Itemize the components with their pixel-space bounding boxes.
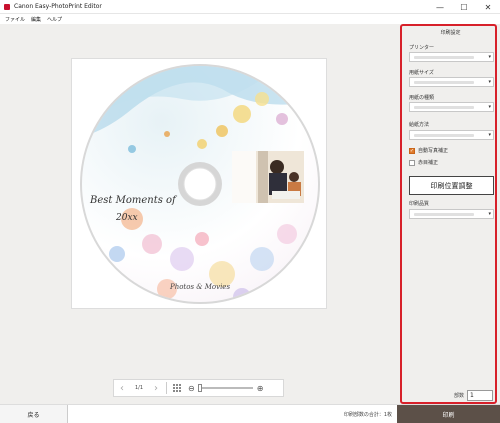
canvas-area: Best Moments of 20xx Photos & Movies ‹ 1…	[0, 24, 397, 404]
disc-artwork	[80, 64, 320, 304]
chevron-down-icon: ▾	[488, 104, 491, 110]
window-title: Canon Easy-PhotoPrint Editor	[14, 3, 102, 10]
printer-select[interactable]: ▾	[409, 52, 494, 62]
zoom-in-icon[interactable]: ⊕	[257, 384, 264, 393]
media-type-label: 用紙の種類	[409, 95, 435, 101]
total-copies-text: 印刷部数の合計：1枚	[343, 412, 392, 418]
printer-label: プリンター	[409, 45, 435, 51]
zoom-slider-thumb[interactable]	[197, 384, 202, 392]
printer-value	[414, 56, 474, 59]
app-icon	[4, 3, 10, 10]
prev-page-icon[interactable]: ‹	[114, 383, 130, 394]
grid-view-icon[interactable]	[173, 383, 182, 393]
red-eye-label: 赤目補正	[418, 160, 439, 166]
paper-size-select[interactable]: ▾	[409, 77, 494, 87]
print-quality-label: 印刷品質	[409, 201, 430, 207]
paper-size-value	[414, 81, 474, 84]
zoom-slider[interactable]	[197, 384, 253, 392]
close-button[interactable]: ✕	[476, 0, 500, 14]
menu-help[interactable]: ヘルプ	[44, 16, 65, 23]
print-method-label: 給紙方法	[409, 122, 430, 128]
menu-edit[interactable]: 編集	[28, 16, 44, 23]
red-eye-checkbox[interactable]	[409, 159, 415, 166]
page-indicator: 1/1	[134, 385, 144, 391]
panel-title: 印刷設定	[440, 30, 461, 36]
print-quality-select[interactable]: ▾	[409, 209, 494, 219]
chevron-down-icon: ▾	[488, 132, 491, 138]
print-quality-value	[414, 213, 474, 216]
print-settings-panel: 印刷設定 プリンター ▾ 用紙サイズ ▾ 用紙の種類 ▾ 給紙方法 ▾ ✓ 自動…	[397, 24, 500, 404]
minimize-button[interactable]: —	[428, 0, 452, 14]
copies-row: 部数 1	[402, 390, 499, 401]
settings-highlight-frame: 印刷設定 プリンター ▾ 用紙サイズ ▾ 用紙の種類 ▾ 給紙方法 ▾ ✓ 自動…	[400, 24, 497, 404]
disc-title-line2: 20xx	[116, 213, 138, 223]
chevron-down-icon: ▾	[488, 211, 491, 217]
window-controls: — ☐ ✕	[428, 0, 500, 14]
red-eye-row[interactable]: 赤目補正	[409, 159, 438, 166]
auto-photo-fix-label: 自動写真補正	[418, 148, 449, 154]
maximize-button[interactable]: ☐	[452, 0, 476, 14]
print-method-value	[414, 134, 474, 137]
print-button[interactable]: 印刷	[397, 405, 500, 423]
adjust-print-position-button[interactable]: 印刷位置調整	[409, 176, 494, 195]
disc-title-line1: Best Moments of	[90, 195, 176, 206]
menu-bar: ファイル 編集 ヘルプ	[0, 14, 500, 24]
paper-size-label: 用紙サイズ	[409, 70, 434, 76]
print-method-select[interactable]: ▾	[409, 130, 494, 140]
copies-label: 部数	[453, 393, 464, 399]
auto-photo-fix-checkbox[interactable]: ✓	[409, 147, 415, 154]
media-type-select[interactable]: ▾	[409, 102, 494, 112]
copies-input[interactable]: 1	[467, 390, 493, 401]
chevron-down-icon: ▾	[488, 79, 491, 85]
disc-subtitle: Photos & Movies	[170, 283, 231, 291]
divider	[166, 382, 167, 394]
auto-photo-fix-row[interactable]: ✓ 自動写真補正	[409, 147, 448, 154]
zoom-out-icon[interactable]: ⊖	[188, 384, 195, 393]
chevron-down-icon: ▾	[488, 54, 491, 60]
menu-file[interactable]: ファイル	[2, 16, 28, 23]
title-bar: Canon Easy-PhotoPrint Editor — ☐ ✕	[0, 0, 500, 14]
next-page-icon[interactable]: ›	[148, 383, 164, 394]
bottom-bar: 戻る 印刷部数の合計：1枚 印刷	[0, 404, 500, 423]
page-navigation-bar: ‹ 1/1 › ⊖ ⊕	[113, 379, 284, 397]
disc-preview[interactable]: Best Moments of 20xx Photos & Movies	[71, 58, 327, 309]
media-type-value	[414, 106, 474, 109]
back-button[interactable]: 戻る	[0, 405, 68, 423]
